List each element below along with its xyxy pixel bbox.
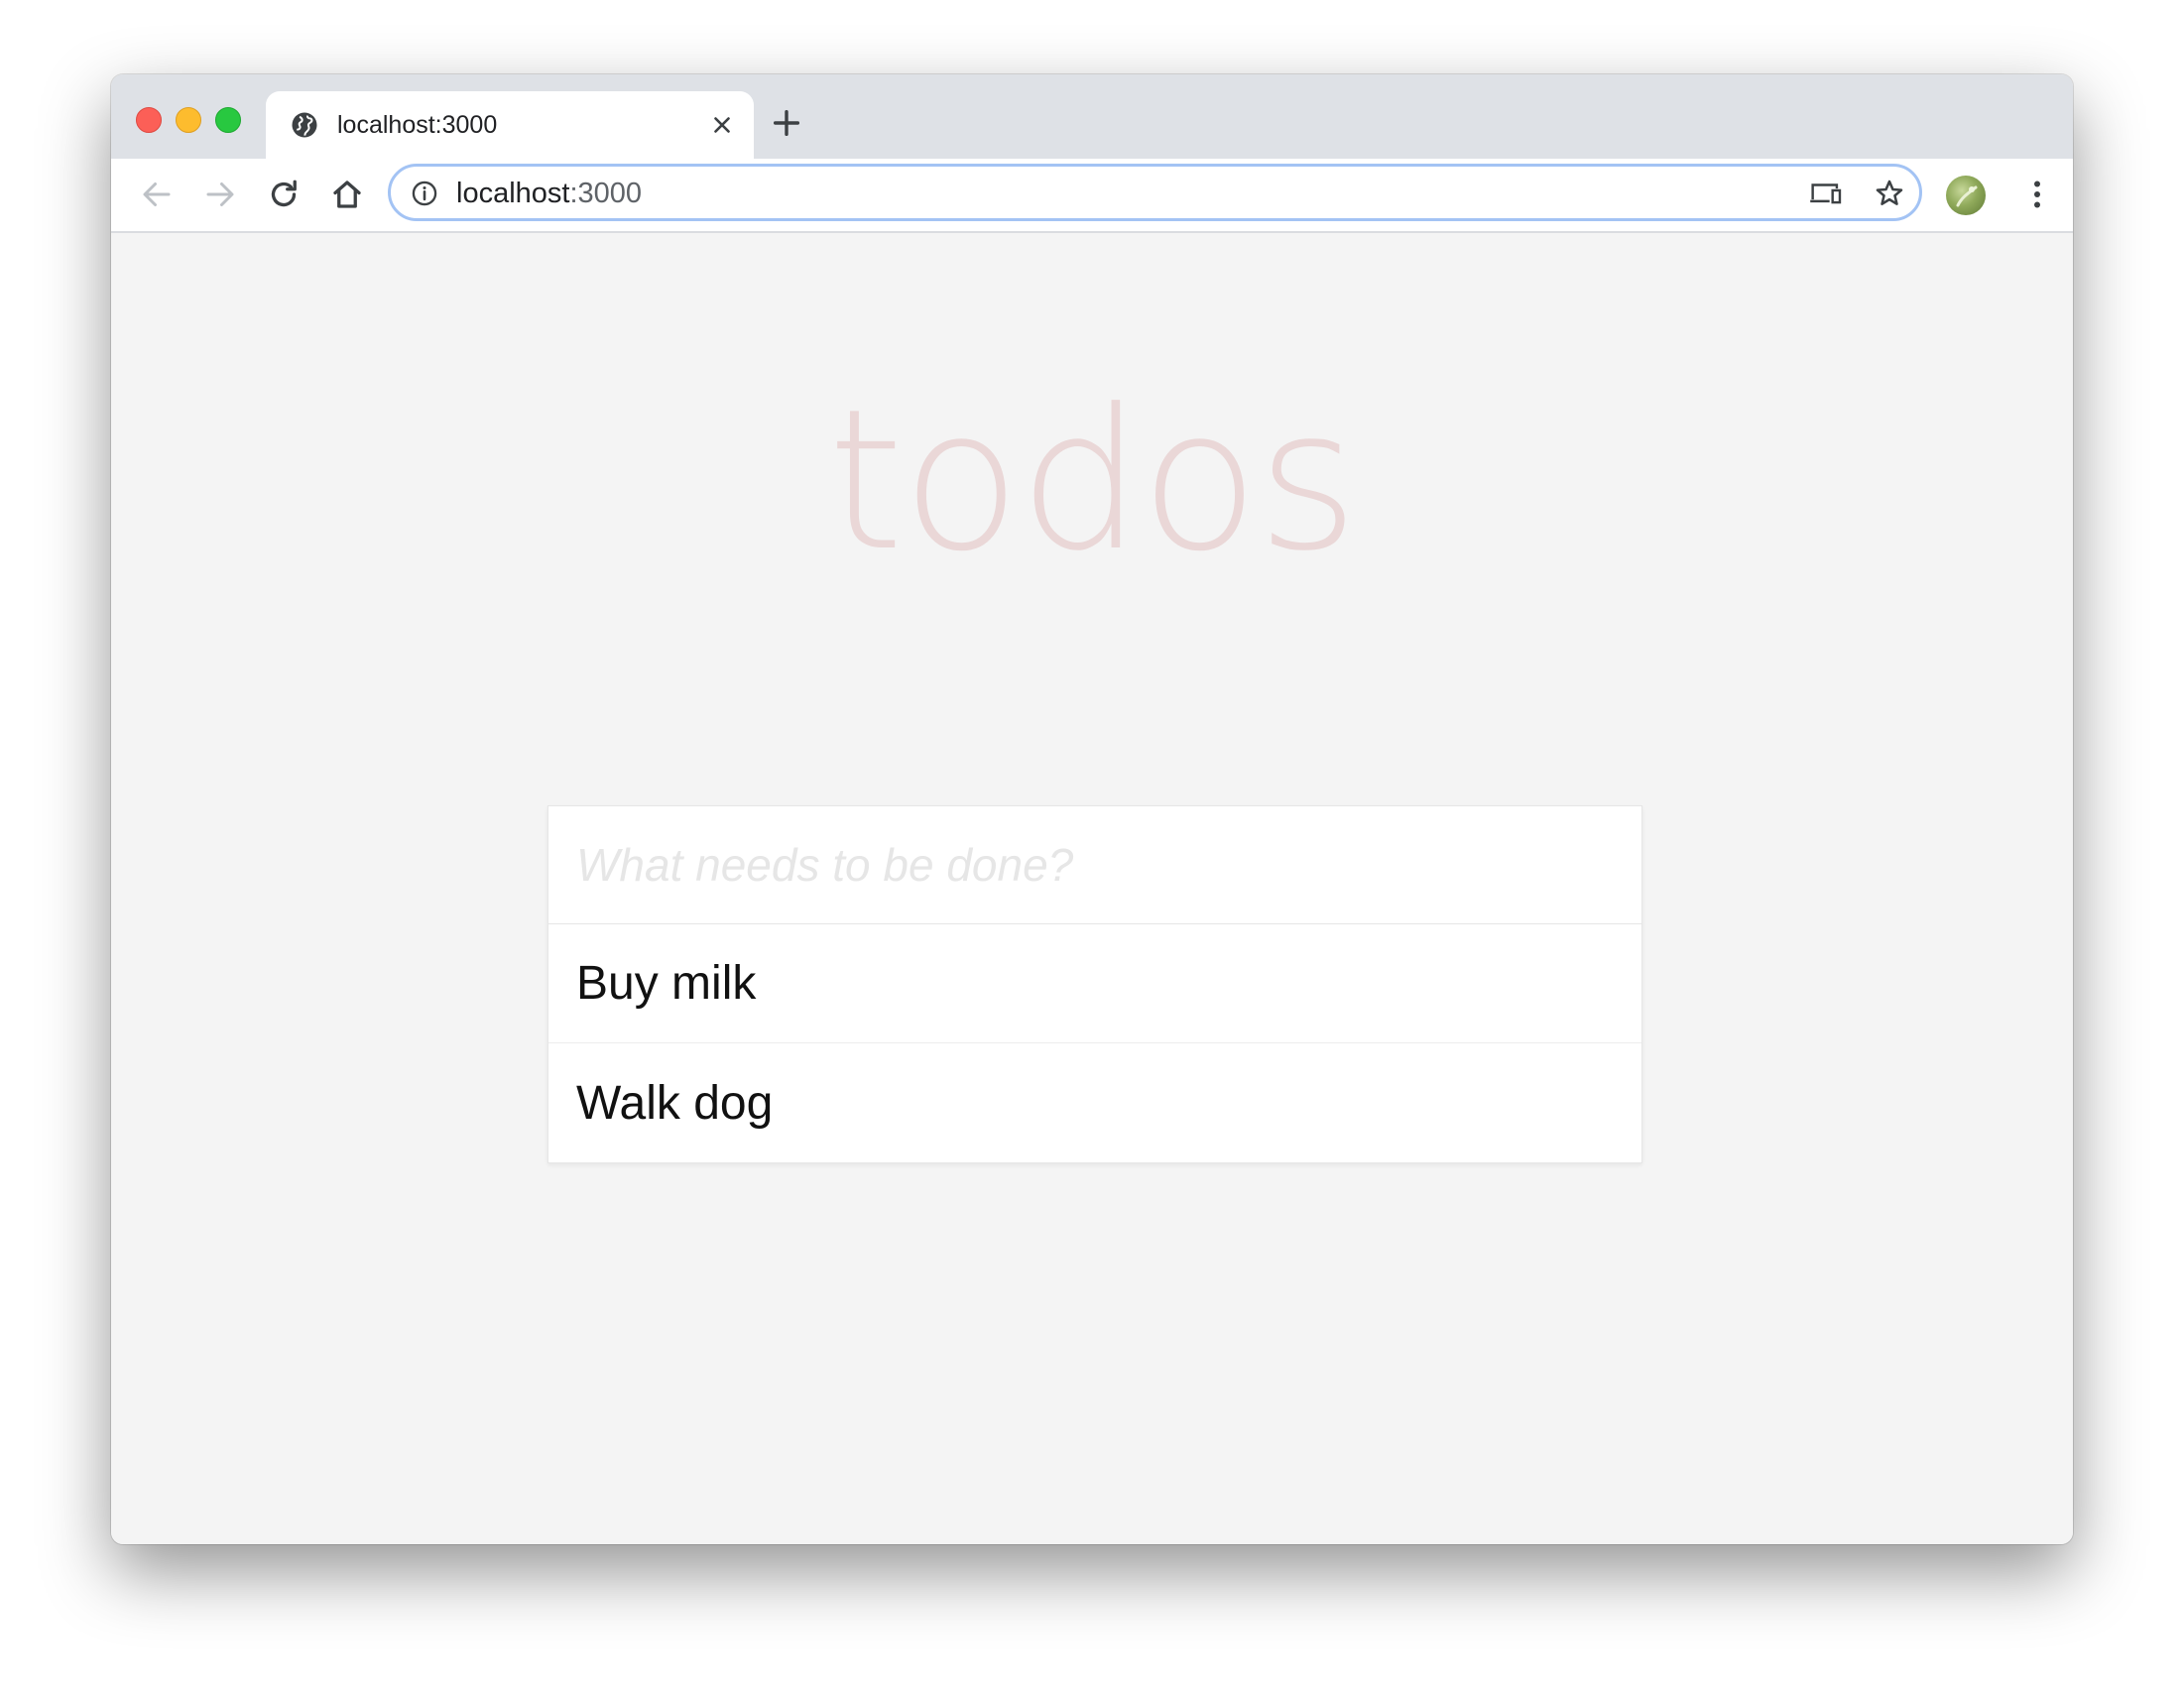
browser-window: localhost:3000 localhost:3000 todos What…	[111, 74, 2073, 1544]
browser-toolbar: localhost:3000	[111, 159, 2073, 233]
profile-photo	[1956, 185, 1978, 207]
todo-list: Buy milk Walk dog	[548, 924, 1641, 1162]
browser-tab[interactable]: localhost:3000	[266, 91, 754, 159]
window-close-button[interactable]	[136, 107, 162, 133]
arrow-left-icon[interactable]	[139, 177, 175, 212]
todo-label[interactable]: Walk dog	[576, 1076, 773, 1131]
tab-strip: localhost:3000	[111, 74, 2073, 159]
page-content: todos Buy milk Walk dog	[111, 233, 2073, 1544]
todo-item[interactable]: Buy milk	[548, 924, 1641, 1043]
new-todo-input[interactable]	[548, 806, 1641, 924]
url-text[interactable]: localhost:3000	[456, 177, 642, 210]
todo-item[interactable]: Walk dog	[548, 1043, 1641, 1162]
window-minimize-button[interactable]	[176, 107, 201, 133]
plus-icon[interactable]	[770, 106, 803, 140]
star-icon[interactable]	[1874, 178, 1905, 209]
reload-icon[interactable]	[266, 177, 302, 212]
close-icon[interactable]	[709, 112, 735, 138]
tab-title: localhost:3000	[337, 111, 498, 139]
url-host: localhost	[456, 178, 570, 209]
globe-icon	[292, 112, 317, 138]
home-icon[interactable]	[329, 177, 365, 212]
avatar[interactable]	[1946, 176, 1986, 215]
todo-app: Buy milk Walk dog	[547, 805, 1642, 1163]
todo-label[interactable]: Buy milk	[576, 956, 756, 1011]
app-title: todos	[827, 368, 1358, 594]
kebab-menu-icon[interactable]	[2019, 177, 2055, 212]
address-bar[interactable]: localhost:3000	[388, 164, 1922, 221]
url-port: :3000	[569, 178, 643, 209]
window-maximize-button[interactable]	[215, 107, 241, 133]
arrow-right-icon[interactable]	[202, 177, 238, 212]
info-icon[interactable]	[411, 180, 438, 207]
cast-icon[interactable]	[1809, 179, 1843, 208]
